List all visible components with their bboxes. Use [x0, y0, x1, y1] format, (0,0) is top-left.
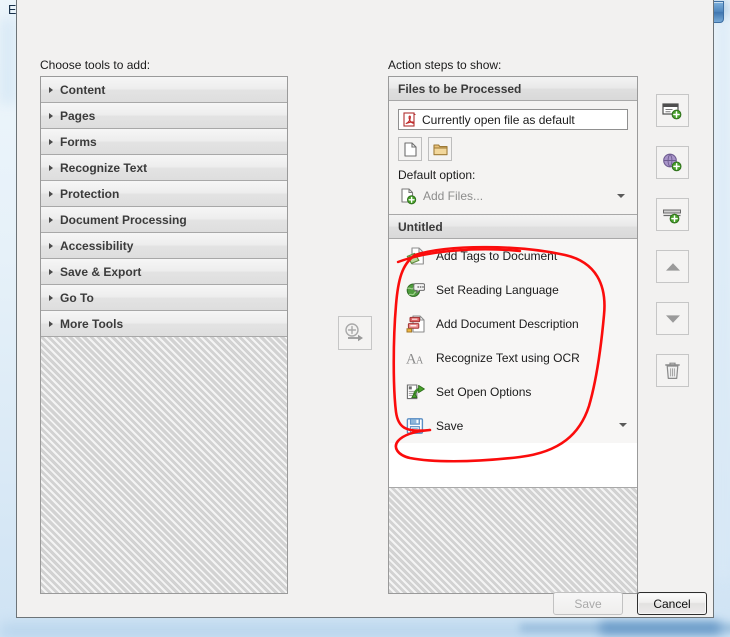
tools-category-row[interactable]: Go To [41, 285, 287, 311]
backdrop-blur [600, 622, 720, 634]
steps-toolbar [656, 94, 689, 387]
chevron-down-icon[interactable] [619, 423, 627, 427]
default-option-label: Default option: [398, 168, 628, 182]
action-steps-label: Action steps to show: [388, 58, 501, 72]
add-files-icon [401, 188, 417, 205]
tools-category-label: Protection [60, 187, 119, 201]
add-panel-icon [662, 102, 683, 120]
move-down-button[interactable] [656, 302, 689, 335]
dialog-footer: Save Cancel [553, 592, 707, 615]
pdf-file-icon [403, 112, 417, 127]
tools-category-label: More Tools [60, 317, 123, 331]
chevron-right-icon [49, 321, 53, 327]
move-down-icon [664, 313, 682, 325]
edit-action-dialog: Choose tools to add: Content Pages Forms Re… [16, 0, 714, 618]
backdrop-blur [0, 18, 16, 104]
tools-category-row[interactable]: Pages [41, 103, 287, 129]
default-option-dropdown[interactable]: Add Files... [398, 185, 628, 207]
tools-category-row[interactable]: Content [41, 77, 287, 103]
chevron-right-icon [49, 269, 53, 275]
files-section-body: Currently open file as default [389, 101, 637, 215]
steps-header-label: Untitled [398, 220, 443, 234]
chevron-right-icon [49, 217, 53, 223]
action-step-row[interactable]: Save [389, 409, 637, 443]
chevron-right-icon [49, 113, 53, 119]
chevron-down-icon [617, 194, 625, 198]
delete-button[interactable] [656, 354, 689, 387]
current-file-field[interactable]: Currently open file as default [398, 109, 628, 130]
action-steps-panel: Files to be Processed Currently open fil… [388, 76, 638, 594]
tools-category-label: Forms [60, 135, 97, 149]
action-step-label: Add Document Description [436, 317, 579, 331]
tools-category-label: Go To [60, 291, 94, 305]
steps-empty-hatch-area [389, 487, 637, 593]
cancel-button[interactable]: Cancel [637, 592, 707, 615]
save-floppy-icon [406, 417, 425, 435]
chevron-right-icon [49, 165, 53, 171]
tools-category-label: Save & Export [60, 265, 141, 279]
backdrop-blur [716, 20, 730, 580]
svg-text:A: A [416, 356, 424, 367]
tools-category-label: Document Processing [60, 213, 187, 227]
files-section-header: Files to be Processed [389, 77, 637, 101]
tools-empty-hatch-area [41, 337, 287, 593]
action-step-label: Recognize Text using OCR [436, 351, 580, 365]
chevron-right-icon [49, 139, 53, 145]
add-folder-button[interactable] [428, 137, 452, 161]
add-instruction-button[interactable] [656, 146, 689, 179]
add-tags-icon [406, 247, 425, 265]
add-divider-icon [662, 206, 683, 224]
action-step-label: Add Tags to Document [436, 249, 557, 263]
add-file-icon [404, 142, 417, 157]
chevron-right-icon [49, 295, 53, 301]
add-arrow-icon [344, 323, 366, 343]
tools-category-label: Content [60, 83, 105, 97]
add-panel-button[interactable] [656, 94, 689, 127]
action-step-label: Set Open Options [436, 385, 531, 399]
files-header-label: Files to be Processed [398, 82, 521, 96]
action-step-row[interactable]: Add Tags to Document [389, 239, 637, 273]
move-up-icon [664, 261, 682, 273]
action-step-row[interactable]: AA Recognize Text using OCR [389, 341, 637, 375]
add-folder-icon [433, 143, 448, 156]
tools-category-row[interactable]: Accessibility [41, 233, 287, 259]
add-instruction-icon [662, 153, 683, 172]
action-step-row[interactable]: Set Open Options [389, 375, 637, 409]
move-up-button[interactable] [656, 250, 689, 283]
steps-section-header: Untitled [389, 215, 637, 239]
delete-trash-icon [664, 361, 681, 380]
tools-category-list: Content Pages Forms Recognize Text Protectio… [41, 77, 287, 337]
tools-category-row[interactable]: Save & Export [41, 259, 287, 285]
tools-category-label: Recognize Text [60, 161, 147, 175]
tools-list-panel[interactable]: Content Pages Forms Recognize Text Protectio… [40, 76, 288, 594]
chevron-right-icon [49, 191, 53, 197]
tools-category-row[interactable]: Recognize Text [41, 155, 287, 181]
chevron-right-icon [49, 243, 53, 249]
chevron-right-icon [49, 87, 53, 93]
choose-tools-label: Choose tools to add: [40, 58, 150, 72]
dialog-client-area: Choose tools to add: Content Pages Forms Re… [17, 20, 713, 616]
add-file-button[interactable] [398, 137, 422, 161]
action-steps-list[interactable]: Add Tags to Document Set Reading Language… [389, 239, 637, 443]
file-action-buttons [398, 137, 628, 161]
default-option-value: Add Files... [423, 189, 483, 203]
ocr-aa-icon: AA [406, 349, 425, 367]
action-step-label: Save [436, 419, 463, 433]
tools-category-label: Accessibility [60, 239, 133, 253]
reading-language-icon [406, 281, 425, 299]
tools-category-label: Pages [60, 109, 95, 123]
open-options-icon [406, 383, 425, 401]
action-step-label: Set Reading Language [436, 283, 559, 297]
save-button[interactable]: Save [553, 592, 623, 615]
document-description-icon [406, 315, 425, 333]
add-divider-button[interactable] [656, 198, 689, 231]
add-tool-to-steps-button[interactable] [338, 316, 372, 350]
tools-category-row[interactable]: Protection [41, 181, 287, 207]
action-step-row[interactable]: Set Reading Language [389, 273, 637, 307]
current-file-value: Currently open file as default [422, 113, 575, 127]
tools-category-row[interactable]: Forms [41, 129, 287, 155]
action-step-row[interactable]: Add Document Description [389, 307, 637, 341]
tools-category-row[interactable]: More Tools [41, 311, 287, 337]
tools-category-row[interactable]: Document Processing [41, 207, 287, 233]
